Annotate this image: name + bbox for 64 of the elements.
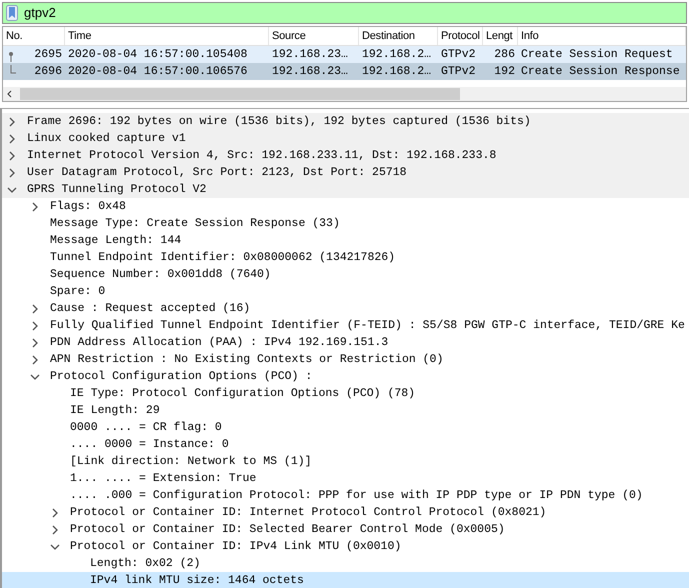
table-cell-text: 192 <box>494 64 515 80</box>
table-cell-text: GTPv2 <box>441 46 476 63</box>
tree-item[interactable]: Protocol or Container ID: Internet Protocol Control Protocol (0x8021) <box>70 504 546 522</box>
table-cell-text: 2696 <box>34 64 62 80</box>
chevron-right-icon[interactable] <box>30 202 40 212</box>
tree-item[interactable]: IE Type: Protocol Configuration Options (PCO) (78) <box>70 384 416 402</box>
column-header[interactable]: Lengt <box>483 27 518 45</box>
tree-item[interactable]: Message Length: 144 <box>50 232 182 250</box>
table-cell-text: Create Session Request <box>521 46 673 63</box>
column-header[interactable]: Time <box>65 27 269 45</box>
chevron-right-icon[interactable] <box>7 116 17 126</box>
chevron-right-icon[interactable] <box>7 168 17 178</box>
tree-item[interactable]: Protocol or Container ID: IPv4 Link MTU (0x0010) <box>70 538 402 556</box>
tree-item[interactable]: Spare: 0 <box>50 282 106 300</box>
tree-item[interactable]: Sequence Number: 0x001dd8 (7640) <box>50 266 271 284</box>
tree-item[interactable]: .... 0000 = Instance: 0 <box>70 436 229 454</box>
chevron-right-icon[interactable] <box>30 320 40 330</box>
packet-row[interactable]: 2695 2020-08-04 16:57:00.105408 192.168.23… 192.168.2… GTPv2 286 Create Session Request <box>3 46 686 63</box>
table-cell-text: 192.168.23… <box>272 64 348 80</box>
bookmark-icon[interactable] <box>6 5 18 21</box>
chevron-down-icon[interactable] <box>30 372 40 382</box>
chevron-right-icon[interactable] <box>50 508 60 518</box>
horizontal-scrollbar[interactable] <box>3 87 686 101</box>
column-header[interactable]: Info <box>518 27 686 45</box>
tree-item[interactable]: [Link direction: Network to MS (1)] <box>70 452 312 470</box>
chevron-right-icon[interactable] <box>30 354 40 364</box>
display-filter-field[interactable]: gtpv2 <box>2 2 687 24</box>
tree-item[interactable]: IE Length: 29 <box>70 402 160 420</box>
tree-item[interactable]: 1... .... = Extension: True <box>70 470 256 488</box>
column-header[interactable]: Protocol <box>438 27 483 45</box>
tree-item[interactable]: PDN Address Allocation (PAA) : IPv4 192.169.151.3 <box>50 334 388 352</box>
tree-item[interactable]: Tunnel Endpoint Identifier: 0x08000062 (134217826) <box>50 248 396 266</box>
table-cell-text: 192.168.2… <box>362 64 432 80</box>
tree-item[interactable]: Fully Qualified Tunnel Endpoint Identifier (F-TEID) : S5/S8 PGW GTP-C interface, TEID/GRE Ke <box>50 316 685 334</box>
filter-text: gtpv2 <box>24 4 56 22</box>
table-cell-text: 2020-08-04 16:57:00.105408 <box>68 46 248 63</box>
chevron-right-icon[interactable] <box>50 524 60 534</box>
tree-item[interactable]: APN Restriction : No Existing Contexts or Restriction (0) <box>50 350 444 368</box>
tree-item[interactable]: Flags: 0x48 <box>50 198 126 216</box>
chevron-right-icon[interactable] <box>7 150 17 160</box>
column-header[interactable]: Destination <box>359 27 438 45</box>
table-cell-text: 2020-08-04 16:57:00.106576 <box>68 64 248 80</box>
chevron-down-icon[interactable] <box>7 184 17 194</box>
tree-item[interactable]: 0000 .... = CR flag: 0 <box>70 418 222 436</box>
table-cell-text: 2695 <box>34 46 62 63</box>
chevron-right-icon[interactable] <box>7 134 17 144</box>
tree-item[interactable]: Protocol or Container ID: Selected Bearer Control Mode (0x0005) <box>70 520 505 538</box>
tree-item[interactable]: Cause : Request accepted (16) <box>50 300 250 318</box>
chevron-right-icon[interactable] <box>30 304 40 314</box>
table-cell-text: 192.168.23… <box>272 46 348 63</box>
tree-item[interactable]: .... .000 = Configuration Protocol: PPP for use with IP PDP type or IP PDN type (0) <box>70 486 643 504</box>
chevron-down-icon[interactable] <box>50 542 60 552</box>
column-header[interactable]: No. <box>3 27 65 45</box>
table-cell-text: 192.168.2… <box>362 46 432 63</box>
column-header[interactable]: Source <box>269 27 359 45</box>
tree-item[interactable]: Message Type: Create Session Response (33) <box>50 214 340 232</box>
table-cell-text: GTPv2 <box>441 64 476 80</box>
tree-item[interactable]: Length: 0x02 (2) <box>90 554 200 572</box>
scrollbar-thumb[interactable] <box>20 88 460 100</box>
tree-item[interactable]: Protocol Configuration Options (PCO) : <box>50 368 312 386</box>
table-cell-text: 286 <box>494 46 515 63</box>
chevron-right-icon[interactable] <box>30 338 40 348</box>
table-cell-text: Create Session Response <box>521 64 680 80</box>
packet-row[interactable]: 2696 2020-08-04 16:57:00.106576 192.168.23… 192.168.2… GTPv2 192 Create Session Response <box>3 63 686 80</box>
